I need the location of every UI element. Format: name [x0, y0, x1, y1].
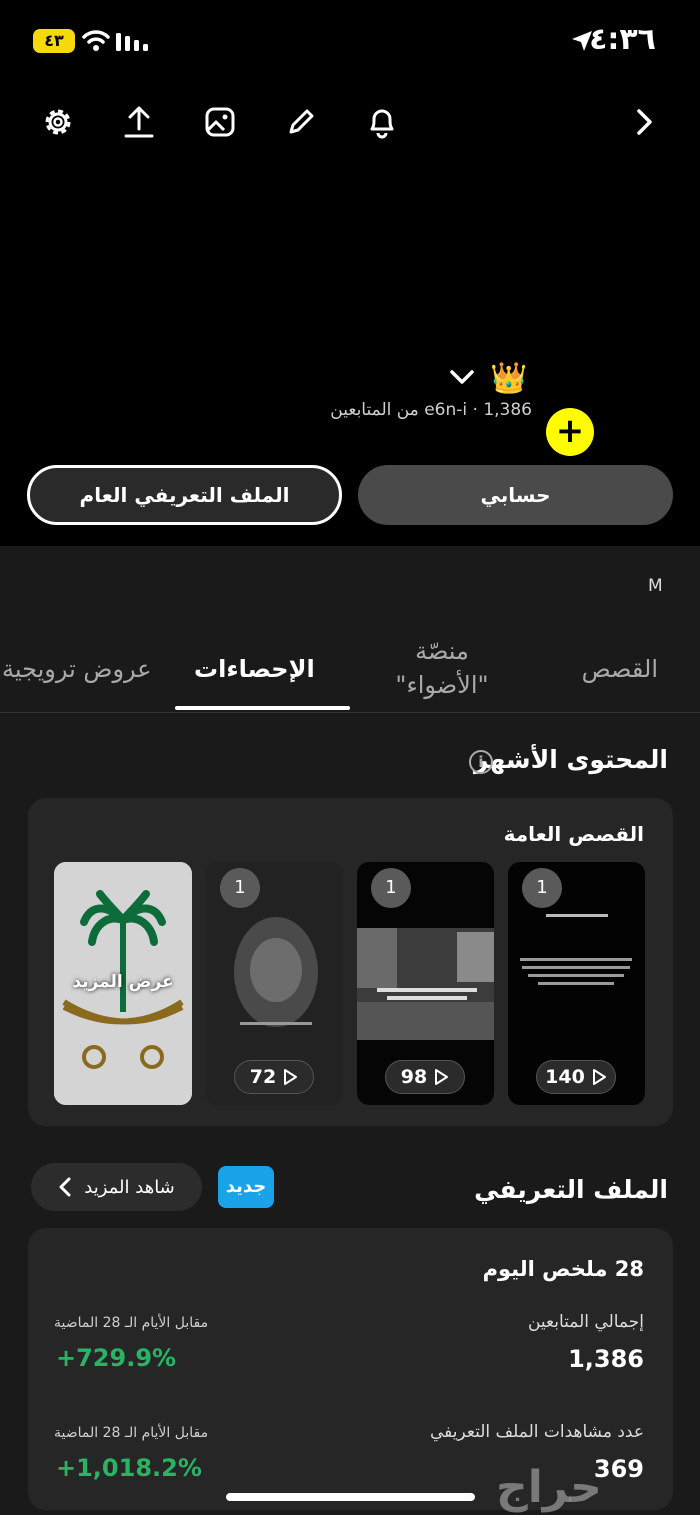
percent-change: +729.9%	[56, 1344, 177, 1372]
compare-label: مقابل الأيام الـ 28 الماضية	[54, 1315, 209, 1331]
story-count-badge: 1	[220, 868, 260, 908]
profile-section-title: الملف التعريفي	[474, 1175, 668, 1204]
divider	[0, 712, 700, 713]
play-icon	[592, 1069, 606, 1085]
compare-label: مقابل الأيام الـ 28 الماضية	[54, 1425, 209, 1441]
battery-indicator: ٤٣	[33, 29, 75, 53]
active-tab-indicator	[175, 706, 350, 710]
public-stories-title: القصص العامة	[503, 822, 644, 846]
percent-change: +1,018.2%	[56, 1454, 202, 1482]
story-views-pill: 72	[234, 1060, 314, 1094]
username-followers: e6n-i · 1,386 من المتابعين	[330, 400, 532, 420]
play-icon	[435, 1069, 449, 1085]
top-content-title: المحتوى الأشهر	[473, 745, 668, 774]
stat-label: إجمالي المتابعين	[527, 1312, 644, 1332]
stat-label: عدد مشاهدات الملف التعريفي	[430, 1422, 644, 1442]
story-count-badge: 1	[522, 868, 562, 908]
tab-promotions[interactable]: عروض ترويجية	[2, 652, 152, 686]
watermark: حراج	[496, 1462, 602, 1513]
tab-stories[interactable]: القصص	[582, 652, 658, 686]
signal-icon	[116, 33, 148, 51]
pencil-edit-icon[interactable]	[281, 102, 321, 142]
chevron-right-icon[interactable]	[624, 102, 664, 142]
story-views-count: 140	[545, 1066, 585, 1088]
add-button[interactable]: +	[546, 408, 594, 456]
story-views-pill: 98	[385, 1060, 465, 1094]
play-icon	[284, 1069, 298, 1085]
story-views-count: 98	[400, 1066, 428, 1088]
m-label: M	[648, 576, 663, 596]
see-more-text: شاهد المزيد	[84, 1176, 175, 1198]
stat-value: 1,386	[568, 1345, 644, 1373]
settings-gear-icon[interactable]	[38, 102, 78, 142]
bell-icon[interactable]	[362, 102, 402, 142]
wifi-icon	[82, 30, 110, 51]
story-count-badge: 1	[371, 868, 411, 908]
new-badge: جديد	[218, 1166, 274, 1208]
share-upload-icon[interactable]	[119, 102, 159, 142]
info-icon[interactable]: i	[469, 750, 493, 774]
my-account-button[interactable]: حسابي	[358, 465, 673, 525]
tab-spotlight[interactable]: منصّة "الأضواء"	[372, 634, 512, 702]
see-more-label: عرض المزيد	[72, 972, 174, 992]
chevron-down-icon[interactable]	[449, 367, 475, 387]
image-icon[interactable]	[200, 102, 240, 142]
tab-insights[interactable]: الإحصاءات	[194, 652, 315, 686]
summary-title: 28 ملخص اليوم	[482, 1257, 644, 1281]
chevron-left-icon	[59, 1177, 71, 1197]
home-indicator[interactable]	[226, 1493, 475, 1501]
status-bar: ٤٣ ٤:٣٦	[0, 0, 700, 80]
clock: ٤:٣٦	[589, 22, 656, 57]
story-views-pill: 140	[536, 1060, 616, 1094]
public-profile-button[interactable]: الملف التعريفي العام	[27, 465, 342, 525]
see-more-button[interactable]: شاهد المزيد	[31, 1163, 202, 1211]
crown-badge: 👑	[490, 361, 528, 396]
story-views-count: 72	[249, 1066, 277, 1088]
